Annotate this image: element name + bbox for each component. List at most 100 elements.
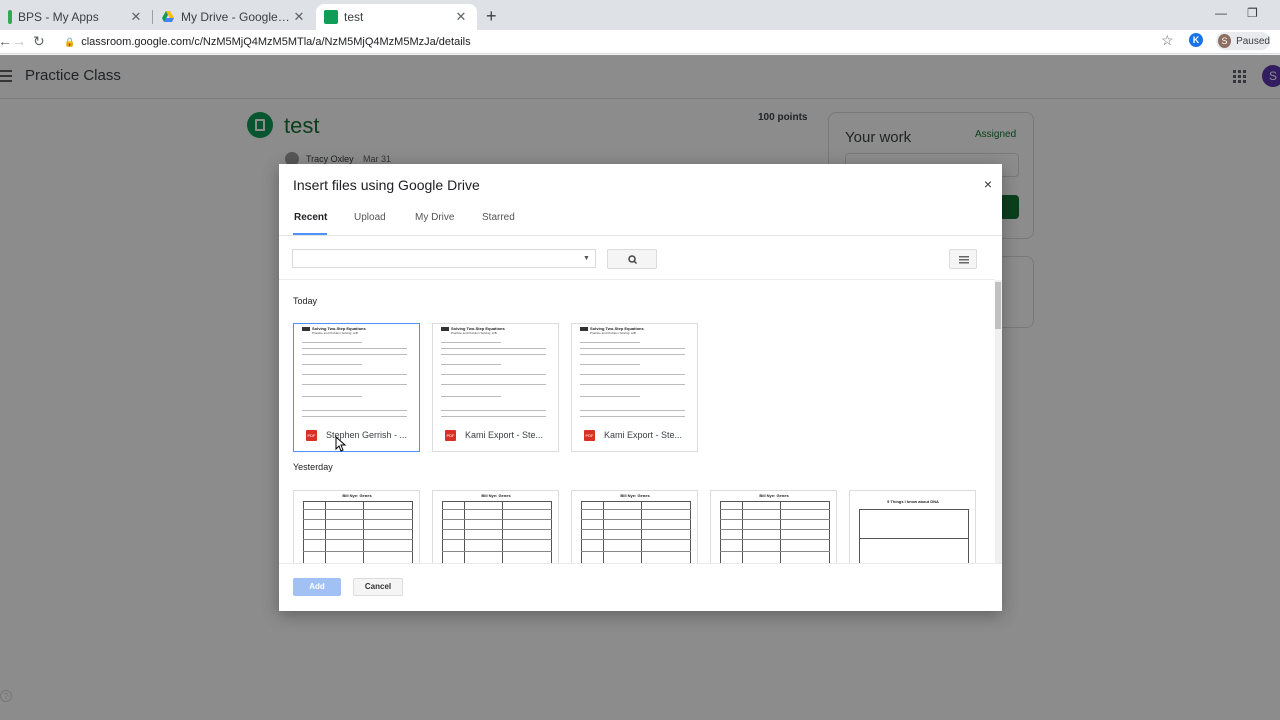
file-card[interactable]: Bill Nye: Genes bbox=[710, 490, 837, 563]
table-column-line bbox=[363, 501, 364, 563]
back-icon[interactable]: ← bbox=[0, 33, 12, 49]
table-row-line bbox=[720, 509, 830, 510]
table-row-line bbox=[720, 529, 830, 530]
url-text: classroom.google.com/c/NzM5MjQ4MzM5MTla/… bbox=[81, 36, 471, 48]
text-line bbox=[441, 348, 546, 349]
text-line bbox=[580, 374, 685, 375]
table-row-line bbox=[720, 551, 830, 552]
doc-title: Bill Nye: Genes bbox=[481, 493, 511, 498]
tab-starred[interactable]: Starred bbox=[482, 212, 515, 223]
close-tab-icon[interactable]: ✕ bbox=[453, 9, 469, 25]
table-row-line bbox=[581, 529, 691, 530]
table-column-line bbox=[325, 501, 326, 563]
answer-box bbox=[859, 509, 969, 539]
section-today: Today bbox=[293, 296, 318, 306]
scrollbar-thumb[interactable] bbox=[995, 282, 1001, 329]
table-row-line bbox=[442, 509, 552, 510]
file-name-row: PDF Stephen Gerrish - ... bbox=[294, 428, 419, 442]
table-column-line bbox=[603, 501, 604, 563]
file-thumbnail: 5 Things I know about DNA bbox=[856, 493, 970, 563]
list-view-icon bbox=[959, 256, 969, 264]
file-card[interactable]: Bill Nye: Genes bbox=[571, 490, 698, 563]
tab-upload[interactable]: Upload bbox=[354, 212, 386, 223]
file-thumbnail: Bill Nye: Genes bbox=[578, 493, 692, 563]
text-line bbox=[580, 396, 640, 397]
text-line bbox=[441, 374, 546, 375]
extension-icon[interactable]: K bbox=[1189, 33, 1203, 47]
doc-subtitle: Practice and Problem Solving: A/B bbox=[312, 331, 358, 335]
mouse-cursor-icon bbox=[335, 436, 347, 452]
tab-my-drive[interactable]: My Drive bbox=[415, 212, 454, 223]
insert-files-dialog: Insert files using Google Drive × Recent… bbox=[279, 164, 1002, 611]
table-outline bbox=[442, 501, 552, 563]
search-icon bbox=[628, 255, 638, 265]
text-line bbox=[580, 342, 640, 343]
file-list: Today Solving Two-Step Equations Practic… bbox=[279, 280, 995, 563]
file-thumbnail: Solving Two-Step Equations Practice and … bbox=[578, 326, 692, 422]
reload-icon[interactable]: ↻ bbox=[33, 33, 45, 50]
doc-subtitle: Practice and Problem Solving: A/B bbox=[451, 331, 497, 335]
tab-bps-my-apps[interactable]: BPS - My Apps ✕ bbox=[0, 4, 152, 30]
file-card[interactable]: Bill Nye: Genes bbox=[432, 490, 559, 563]
search-input[interactable] bbox=[292, 249, 596, 268]
table-row-line bbox=[442, 551, 552, 552]
profile-avatar: S bbox=[1218, 34, 1232, 48]
table-outline bbox=[303, 501, 413, 563]
text-line bbox=[302, 396, 362, 397]
search-button[interactable] bbox=[607, 249, 657, 269]
text-line bbox=[580, 410, 685, 411]
table-column-line bbox=[742, 501, 743, 563]
table-column-line bbox=[464, 501, 465, 563]
file-card[interactable]: Solving Two-Step Equations Practice and … bbox=[293, 323, 420, 452]
text-line bbox=[580, 384, 685, 385]
file-card[interactable]: 5 Things I know about DNA bbox=[849, 490, 976, 563]
minimize-button[interactable]: — bbox=[1215, 6, 1227, 20]
search-options-arrow-icon[interactable]: ▼ bbox=[583, 255, 590, 262]
text-line bbox=[580, 364, 640, 365]
list-view-button[interactable] bbox=[949, 249, 977, 269]
tab-recent[interactable]: Recent bbox=[294, 212, 327, 223]
table-outline bbox=[581, 501, 691, 563]
table-row-line bbox=[581, 539, 691, 540]
help-icon[interactable]: ? bbox=[0, 690, 12, 702]
file-card[interactable]: Solving Two-Step Equations Practice and … bbox=[571, 323, 698, 452]
file-name-row: PDF Kami Export - Ste... bbox=[572, 428, 697, 442]
restore-button[interactable]: ❐ bbox=[1247, 6, 1258, 20]
address-bar[interactable]: 🔒 classroom.google.com/c/NzM5MjQ4MzM5MTl… bbox=[56, 32, 1184, 52]
text-line bbox=[302, 354, 407, 355]
tab-title: My Drive - Google Drive bbox=[181, 10, 291, 24]
tab-test[interactable]: test ✕ bbox=[316, 4, 477, 30]
close-tab-icon[interactable]: ✕ bbox=[128, 9, 144, 25]
profile-button[interactable]: S Paused bbox=[1216, 32, 1270, 50]
tab-title: BPS - My Apps bbox=[18, 10, 99, 24]
add-button[interactable]: Add bbox=[293, 578, 341, 596]
table-row-line bbox=[303, 529, 413, 530]
file-card[interactable]: Solving Two-Step Equations Practice and … bbox=[432, 323, 559, 452]
table-row-line bbox=[720, 539, 830, 540]
browser-tab-strip: BPS - My Apps ✕ My Drive - Google Drive … bbox=[0, 0, 1280, 30]
table-column-line bbox=[780, 501, 781, 563]
doc-subtitle: Practice and Problem Solving: A/B bbox=[590, 331, 636, 335]
table-row-line bbox=[720, 519, 830, 520]
pdf-icon: PDF bbox=[445, 429, 456, 441]
tab-title: test bbox=[344, 10, 364, 24]
table-column-line bbox=[641, 501, 642, 563]
tab-my-drive[interactable]: My Drive - Google Drive ✕ bbox=[153, 4, 315, 30]
text-line bbox=[441, 410, 546, 411]
table-column-line bbox=[502, 501, 503, 563]
text-line bbox=[302, 348, 407, 349]
close-tab-icon[interactable]: ✕ bbox=[291, 9, 307, 25]
cancel-button[interactable]: Cancel bbox=[353, 578, 403, 596]
footer-divider bbox=[279, 563, 1002, 564]
dialog-title: Insert files using Google Drive bbox=[293, 177, 480, 193]
bookmark-star-icon[interactable]: ☆ bbox=[1161, 32, 1174, 49]
doc-title: Bill Nye: Genes bbox=[759, 493, 789, 498]
doc-title: Bill Nye: Genes bbox=[342, 493, 372, 498]
file-name: Kami Export - Ste... bbox=[604, 430, 683, 440]
close-icon[interactable]: × bbox=[984, 176, 992, 192]
table-row-line bbox=[442, 539, 552, 540]
new-tab-button[interactable]: + bbox=[486, 7, 497, 25]
file-card[interactable]: Bill Nye: Genes bbox=[293, 490, 420, 563]
text-line bbox=[302, 416, 407, 417]
forward-icon[interactable]: → bbox=[12, 33, 26, 49]
